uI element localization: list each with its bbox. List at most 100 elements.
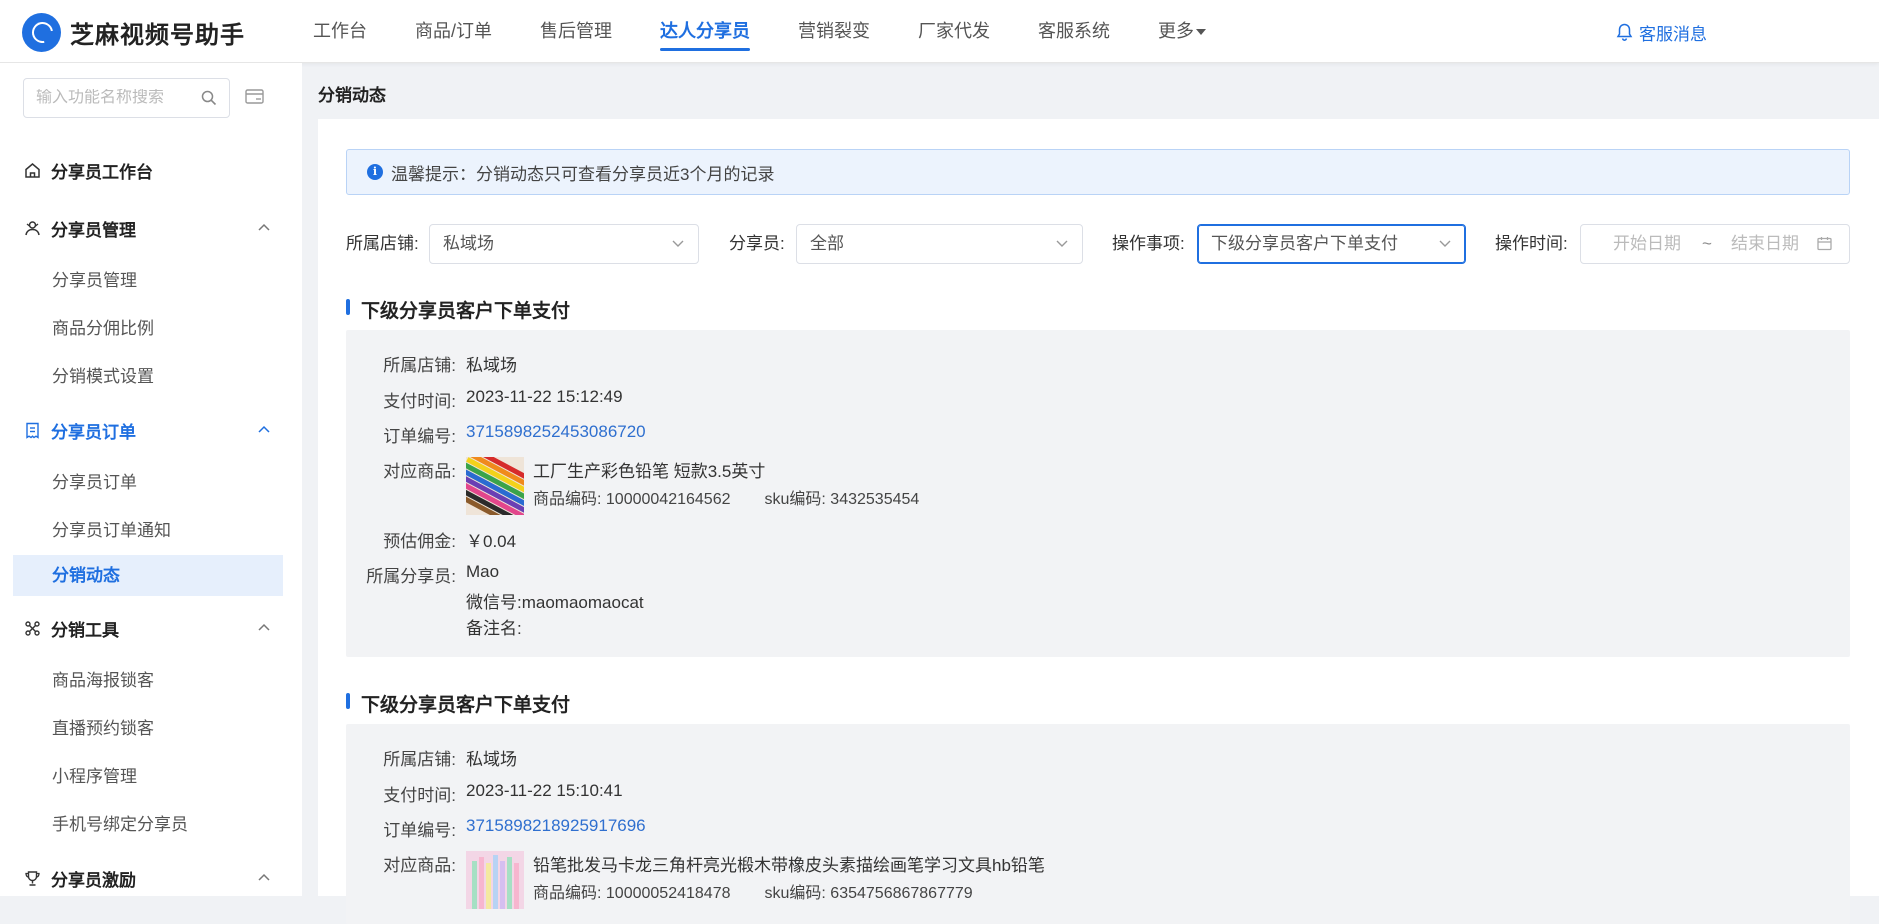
- app-title: 芝麻视频号助手: [70, 22, 245, 49]
- record-card: 所属店铺: 私域场 支付时间: 2023-11-22 15:12:49 订单编号…: [346, 330, 1850, 657]
- nav-more[interactable]: 更多: [1158, 0, 1207, 63]
- main-content: 分销动态 i 温馨提示：分销动态只可查看分享员近3个月的记录 所属店铺: 私域场…: [318, 63, 1879, 924]
- sku-code-value: 3432535454: [830, 491, 920, 508]
- product-code-value: 10000052418478: [605, 885, 731, 902]
- sidebar-group-sharer-orders[interactable]: 分享员订单: [0, 401, 302, 459]
- sharer-label: 所属分享员:: [366, 567, 456, 586]
- nav-after-sales[interactable]: 售后管理: [540, 0, 612, 63]
- date-range-picker[interactable]: 开始日期 ~ 结束日期: [1580, 224, 1850, 264]
- pay-time-label: 支付时间:: [383, 392, 456, 411]
- sidebar-group-workbench[interactable]: 分享员工作台: [0, 141, 302, 199]
- service-messages-link[interactable]: 客服消息: [1616, 20, 1707, 45]
- store-select-value: 私域场: [443, 234, 494, 253]
- card-icon[interactable]: [245, 88, 265, 106]
- notice-text: 温馨提示：分销动态只可查看分享员近3个月的记录: [391, 164, 775, 184]
- nav-customer-service[interactable]: 客服系统: [1038, 0, 1110, 63]
- chevron-up-icon: [258, 873, 270, 881]
- sidebar-item-phone-binding[interactable]: 手机号绑定分享员: [0, 801, 302, 849]
- order-no-link[interactable]: 3715898218925917696: [466, 816, 646, 836]
- search-icon[interactable]: [201, 90, 217, 106]
- bell-icon: [1616, 23, 1633, 41]
- record-product-row: 对应商品: 铅笔批发马卡龙三角杆亮光椴木带橡皮头素描绘画笔学习文具hb铅笔 商品: [346, 851, 1446, 911]
- action-select[interactable]: 下级分享员客户下单支付: [1197, 224, 1466, 264]
- sidebar-item-sharer-management[interactable]: 分享员管理: [0, 257, 302, 305]
- sharer-name: Mao: [466, 562, 500, 581]
- function-search-input[interactable]: [36, 89, 186, 107]
- sidebar-group-label: 分享员订单: [51, 422, 136, 442]
- order-no-link[interactable]: 3715898252453086720: [466, 422, 646, 442]
- chevron-down-icon: [672, 240, 684, 247]
- nav-sharers[interactable]: 达人分享员: [660, 0, 751, 63]
- product-code: 商品编码: 10000042164562 sku编码: 3432535454: [533, 485, 919, 509]
- sidebar-item-poster-lock[interactable]: 商品海报锁客: [0, 657, 302, 705]
- product-thumbnail[interactable]: [466, 457, 524, 515]
- function-search: [23, 78, 230, 118]
- product-name: 铅笔批发马卡龙三角杆亮光椴木带橡皮头素描绘画笔学习文具hb铅笔: [533, 856, 1045, 875]
- commission-value: ￥0.04: [466, 532, 517, 551]
- chevron-down-icon: [1056, 240, 1068, 247]
- tools-icon: [25, 620, 40, 636]
- sidebar-item-sharer-orders[interactable]: 分享员订单: [0, 459, 302, 507]
- nav-workbench[interactable]: 工作台: [313, 0, 367, 63]
- sidebar-item-distribution-mode[interactable]: 分销模式设置: [0, 353, 302, 401]
- order-icon: [26, 422, 39, 439]
- sidebar-group-distribution-tools[interactable]: 分销工具: [0, 599, 302, 657]
- product-label: 对应商品:: [383, 462, 456, 481]
- record-card: 所属店铺: 私域场 支付时间: 2023-11-22 15:10:41 订单编号…: [346, 724, 1850, 924]
- nav-marketing[interactable]: 营销裂变: [798, 0, 870, 63]
- pay-time-label: 支付时间:: [383, 786, 456, 805]
- sidebar-group-label: 分享员激励: [51, 870, 136, 890]
- caret-down-icon: [1196, 29, 1207, 36]
- store-label: 所属店铺:: [383, 750, 456, 769]
- record-product-row: 对应商品: 工厂生产彩色铅笔 短款3.5英寸 商品编码: 10000042164…: [346, 457, 1346, 517]
- filter-bar: 所属店铺: 私域场 分享员: 全部 操作事项: 下级分享员客户下单支付 操作时间…: [346, 224, 1850, 264]
- main-nav: 工作台 商品/订单 售后管理 达人分享员 营销裂变 厂家代发 客服系统 更多: [313, 0, 1254, 63]
- logo-icon: [22, 13, 61, 52]
- range-separator: ~: [1702, 234, 1712, 253]
- pay-time-value: 2023-11-22 15:12:49: [466, 387, 623, 406]
- action-select-value: 下级分享员客户下单支付: [1211, 234, 1398, 253]
- product-code: 商品编码: 10000052418478 sku编码: 6354756867867…: [533, 879, 973, 903]
- order-no-label: 订单编号:: [383, 821, 456, 840]
- store-label: 所属店铺:: [383, 356, 456, 375]
- sharer-select[interactable]: 全部: [796, 224, 1083, 264]
- store-filter-label: 所属店铺:: [346, 234, 419, 253]
- sharer-remark: 备注名:: [466, 614, 522, 639]
- sidebar-item-live-reservation-lock[interactable]: 直播预约锁客: [0, 705, 302, 753]
- chevron-up-icon: [258, 425, 270, 433]
- order-no-label: 订单编号:: [383, 427, 456, 446]
- macaron-pencils-image: [466, 851, 524, 909]
- product-name: 工厂生产彩色铅笔 短款3.5英寸: [533, 462, 766, 481]
- page-title: 分销动态: [318, 86, 386, 105]
- nav-products-orders[interactable]: 商品/订单: [415, 0, 492, 63]
- sharer-select-value: 全部: [810, 234, 844, 253]
- chevron-up-icon: [258, 223, 270, 231]
- time-filter-label: 操作时间:: [1495, 234, 1568, 253]
- content-panel: i 温馨提示：分销动态只可查看分享员近3个月的记录 所属店铺: 私域场 分享员:…: [318, 119, 1879, 924]
- sku-code-value: 6354756867867779: [830, 885, 973, 902]
- calendar-icon: [1817, 237, 1832, 251]
- sidebar-item-commission-ratio[interactable]: 商品分佣比例: [0, 305, 302, 353]
- sidebar-group-sharer-management[interactable]: 分享员管理: [0, 199, 302, 257]
- colored-pencils-image: [466, 457, 524, 515]
- sidebar-group-label: 分销工具: [51, 620, 119, 640]
- nav-dropship[interactable]: 厂家代发: [918, 0, 990, 63]
- top-bar: 芝麻视频号助手 工作台 商品/订单 售后管理 达人分享员 营销裂变 厂家代发 客…: [0, 0, 1879, 63]
- sidebar: 分享员工作台 分享员管理 分享员管理 商品分佣比例 分销模式设置 分享员订单 分…: [0, 63, 302, 896]
- sidebar-item-order-notification[interactable]: 分享员订单通知: [0, 507, 302, 555]
- nav-more-label: 更多: [1158, 21, 1195, 41]
- sidebar-group-incentives[interactable]: 分享员激励: [0, 849, 302, 907]
- product-thumbnail[interactable]: [466, 851, 524, 909]
- product-label: 对应商品:: [383, 856, 456, 875]
- app-logo[interactable]: 芝麻视频号助手: [22, 13, 245, 52]
- store-select[interactable]: 私域场: [429, 224, 699, 264]
- sidebar-item-distribution-activity[interactable]: 分销动态: [13, 555, 283, 596]
- end-date-input[interactable]: 结束日期: [1731, 225, 1799, 263]
- start-date-input[interactable]: 开始日期: [1613, 225, 1681, 263]
- chevron-down-icon: [1439, 240, 1451, 247]
- sidebar-item-miniprogram[interactable]: 小程序管理: [0, 753, 302, 801]
- chevron-up-icon: [258, 623, 270, 631]
- info-icon: i: [367, 164, 383, 180]
- record-title: 下级分享员客户下单支付: [346, 296, 570, 323]
- sidebar-menu: 分享员工作台 分享员管理 分享员管理 商品分佣比例 分销模式设置 分享员订单 分…: [0, 141, 302, 907]
